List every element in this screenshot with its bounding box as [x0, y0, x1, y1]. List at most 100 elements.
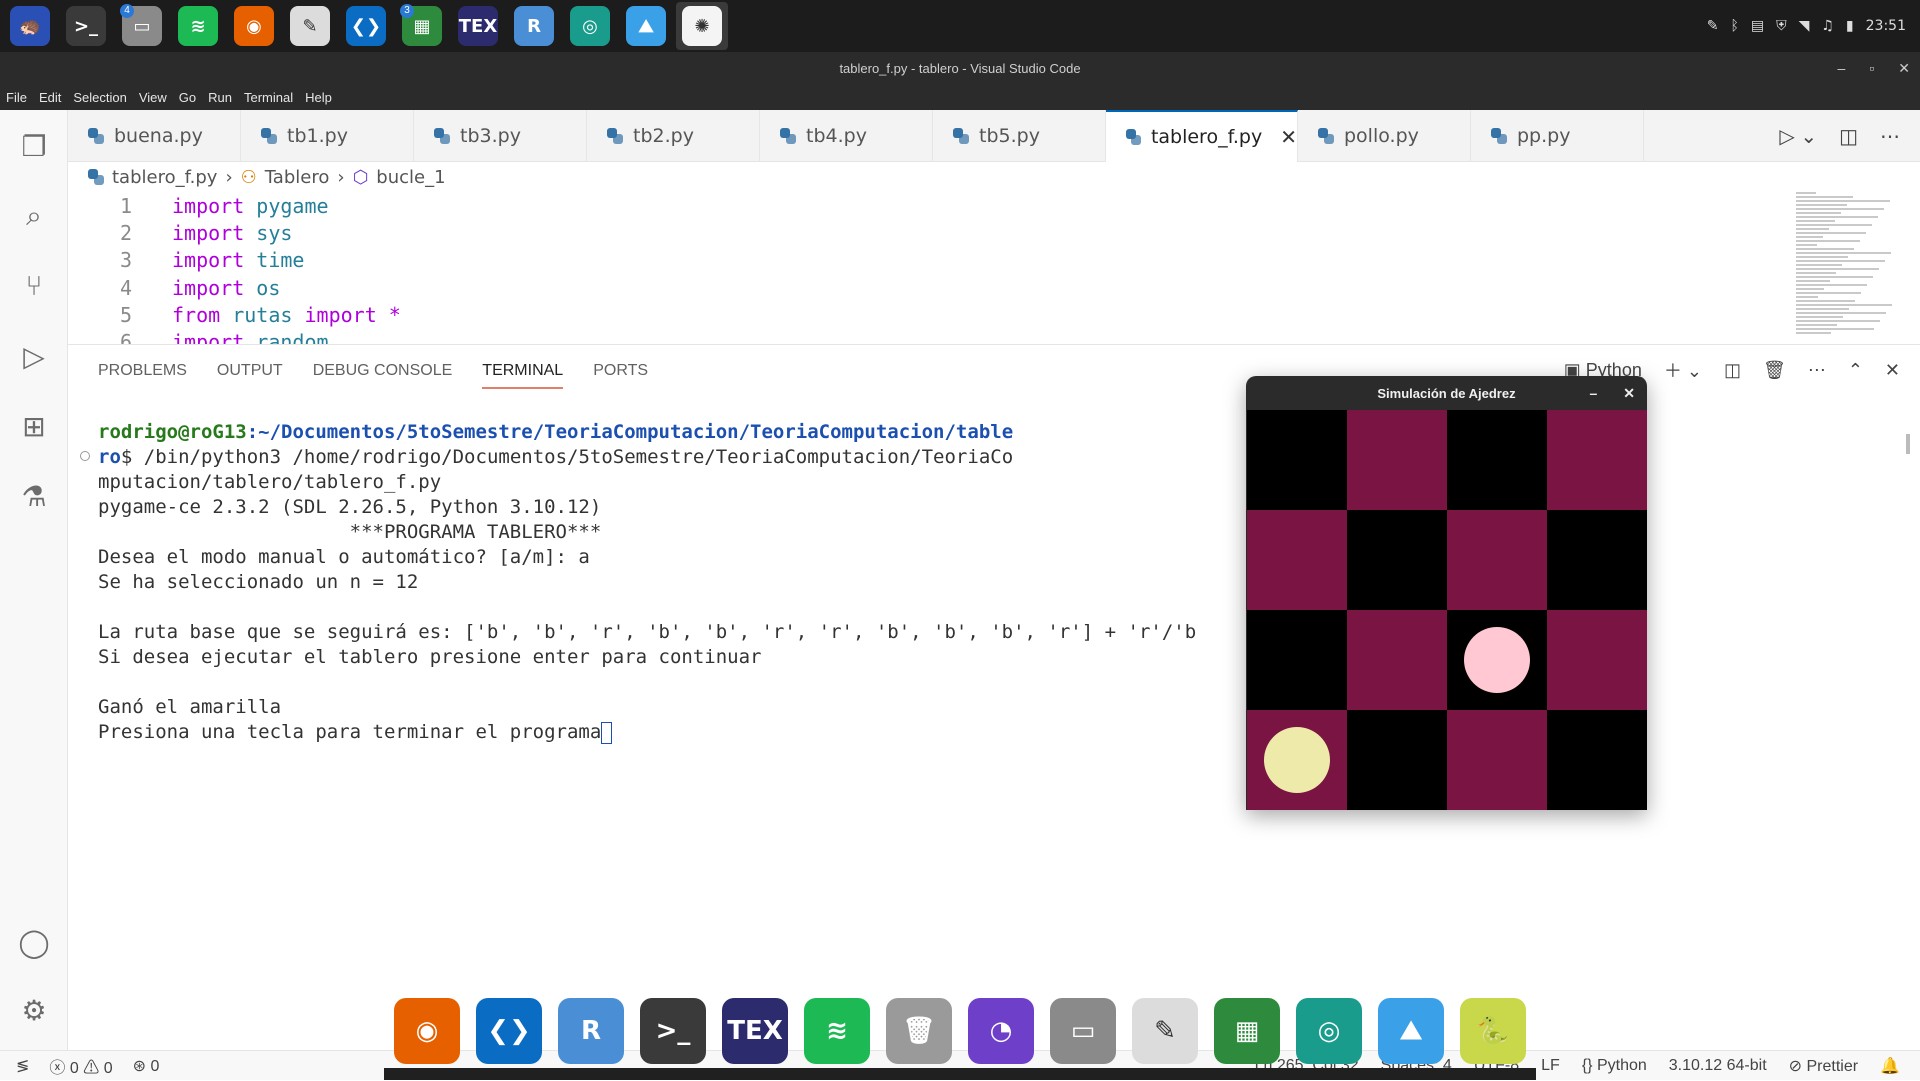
- shield-icon[interactable]: ⛨: [1776, 18, 1787, 34]
- menu-help[interactable]: Help: [305, 90, 332, 105]
- board-square[interactable]: [1347, 510, 1447, 610]
- board-square[interactable]: [1547, 410, 1647, 510]
- bluetooth-icon[interactable]: ᛒ: [1730, 18, 1738, 34]
- texstudio-app-launcher[interactable]: TEX: [452, 2, 504, 50]
- tab-tb3-py[interactable]: tb3.py: [414, 110, 587, 162]
- prettier-status[interactable]: ⊘ Prettier: [1789, 1056, 1858, 1076]
- maximize-panel-icon[interactable]: ⌃: [1848, 360, 1863, 381]
- pygame-dock-icon[interactable]: 🐍: [1460, 998, 1526, 1064]
- github-dock-icon[interactable]: ◔: [968, 998, 1034, 1064]
- texstudio-dock-icon[interactable]: TEX: [722, 998, 788, 1064]
- r-app-launcher[interactable]: R: [508, 2, 560, 50]
- spotify-app-launcher[interactable]: ≋: [172, 2, 224, 50]
- game-piece[interactable]: [1464, 627, 1530, 693]
- battery-icon[interactable]: ▮: [1846, 18, 1854, 34]
- new-terminal-icon[interactable]: ＋ ⌄: [1664, 357, 1702, 383]
- minimize-icon[interactable]: –: [1589, 385, 1597, 401]
- wifi-icon[interactable]: ◥: [1799, 18, 1810, 34]
- problems-indicator[interactable]: ⓧ 0 ⚠ 0: [49, 1054, 112, 1078]
- panel-tab-output[interactable]: OUTPUT: [217, 345, 283, 397]
- board-square[interactable]: [1547, 610, 1647, 710]
- explorer-icon[interactable]: ❐: [14, 126, 54, 166]
- tab-tb2-py[interactable]: tb2.py: [587, 110, 760, 162]
- testing-icon[interactable]: ⚗: [14, 476, 54, 516]
- music-icon[interactable]: ♫: [1821, 18, 1834, 34]
- pygame-titlebar[interactable]: Simulación de Ajedrez – ✕: [1246, 376, 1647, 410]
- panel-tab-terminal[interactable]: TERMINAL: [482, 345, 563, 397]
- panel-tab-problems[interactable]: PROBLEMS: [98, 345, 187, 397]
- trash-icon[interactable]: 🗑: [1763, 360, 1786, 381]
- spreadsheet-dock-icon[interactable]: ▦: [1214, 998, 1280, 1064]
- trash-dock-icon[interactable]: 🗑: [886, 998, 952, 1064]
- tab-buena-py[interactable]: buena.py: [68, 110, 241, 162]
- terminal-output[interactable]: rodrigo@roG13:~/Documentos/5toSemestre/T…: [98, 420, 1248, 745]
- source-control-icon[interactable]: ⑂: [14, 266, 54, 306]
- terminal-scrollbar[interactable]: [1906, 434, 1910, 454]
- tab-tb1-py[interactable]: tb1.py: [241, 110, 414, 162]
- close-panel-icon[interactable]: ✕: [1885, 360, 1900, 381]
- run-file-icon[interactable]: ▷ ⌄: [1779, 124, 1817, 149]
- menu-file[interactable]: File: [6, 90, 27, 105]
- clipboard-icon[interactable]: ▤: [1751, 18, 1764, 34]
- run-debug-icon[interactable]: ▷: [14, 336, 54, 376]
- panel-tab-ports[interactable]: PORTS: [593, 345, 648, 397]
- end-of-line[interactable]: LF: [1541, 1057, 1560, 1075]
- vscode-dock-icon[interactable]: ❮❯: [476, 998, 542, 1064]
- board-square[interactable]: [1347, 610, 1447, 710]
- close-icon[interactable]: ✕: [1898, 60, 1910, 77]
- chess-board[interactable]: [1247, 410, 1647, 810]
- text-editor-dock-icon[interactable]: ✎: [1132, 998, 1198, 1064]
- board-square[interactable]: [1547, 510, 1647, 610]
- menu-edit[interactable]: Edit: [39, 90, 61, 105]
- board-square[interactable]: [1347, 410, 1447, 510]
- breadcrumb-method[interactable]: bucle_1: [376, 167, 445, 188]
- split-terminal-icon[interactable]: ◫: [1724, 360, 1741, 381]
- sonic-app-launcher[interactable]: 🦔: [4, 2, 56, 50]
- extensions-icon[interactable]: ⊞: [14, 406, 54, 446]
- spreadsheet-app-launcher[interactable]: ▦ 3: [396, 2, 448, 50]
- tab-tb4-py[interactable]: tb4.py: [760, 110, 933, 162]
- board-square[interactable]: [1247, 410, 1347, 510]
- spotify-dock-icon[interactable]: ≋: [804, 998, 870, 1064]
- board-square[interactable]: [1447, 410, 1547, 510]
- firefox-app-launcher[interactable]: ◉: [228, 2, 280, 50]
- code-editor[interactable]: 1 import pygame 2 import sys 3 import time 4 im…: [68, 192, 1920, 344]
- board-square[interactable]: [1447, 610, 1547, 710]
- tab-tb5-py[interactable]: tb5.py: [933, 110, 1106, 162]
- board-square[interactable]: [1247, 510, 1347, 610]
- game-piece[interactable]: [1264, 727, 1330, 793]
- maximize-icon[interactable]: ▫: [1869, 60, 1874, 76]
- board-square[interactable]: [1447, 510, 1547, 610]
- pygame-app-launcher[interactable]: ✺: [676, 2, 728, 50]
- menu-go[interactable]: Go: [179, 90, 196, 105]
- board-square[interactable]: [1347, 710, 1447, 810]
- python-interpreter[interactable]: 3.10.12 64-bit: [1669, 1057, 1767, 1075]
- shutter-app-launcher[interactable]: ◎: [564, 2, 616, 50]
- minimap[interactable]: [1796, 192, 1906, 342]
- minimize-icon[interactable]: –: [1838, 60, 1846, 76]
- clock[interactable]: 23:51: [1866, 18, 1906, 34]
- split-editor-icon[interactable]: ◫: [1839, 124, 1858, 149]
- shutter-dock-icon[interactable]: ◎: [1296, 998, 1362, 1064]
- tab-pollo-py[interactable]: pollo.py: [1298, 110, 1471, 162]
- remote-icon[interactable]: ≶: [16, 1056, 29, 1076]
- files-dock-icon[interactable]: ▭: [1050, 998, 1116, 1064]
- tab-pp-py[interactable]: pp.py: [1471, 110, 1644, 162]
- image-viewer-app-launcher[interactable]: ⛰: [620, 2, 672, 50]
- breadcrumb-file[interactable]: tablero_f.py: [112, 167, 217, 188]
- board-square[interactable]: [1247, 610, 1347, 710]
- ports-indicator[interactable]: ⊛ 0: [133, 1056, 160, 1076]
- menu-run[interactable]: Run: [208, 90, 232, 105]
- board-square[interactable]: [1547, 710, 1647, 810]
- tab-tablero_f-py[interactable]: tablero_f.py ✕: [1106, 110, 1298, 162]
- close-tab-icon[interactable]: ✕: [1280, 125, 1297, 149]
- menu-view[interactable]: View: [139, 90, 167, 105]
- vscode-app-launcher[interactable]: ❮❯: [340, 2, 392, 50]
- pen-icon[interactable]: ✎: [1707, 18, 1719, 34]
- pygame-window[interactable]: Simulación de Ajedrez – ✕: [1246, 376, 1647, 810]
- notifications-icon[interactable]: 🔔: [1880, 1056, 1900, 1076]
- files-app-launcher[interactable]: ▭ 4: [116, 2, 168, 50]
- breadcrumb-class[interactable]: Tablero: [265, 167, 330, 188]
- firefox-dock-icon[interactable]: ◉: [394, 998, 460, 1064]
- language-mode[interactable]: {} Python: [1582, 1057, 1647, 1075]
